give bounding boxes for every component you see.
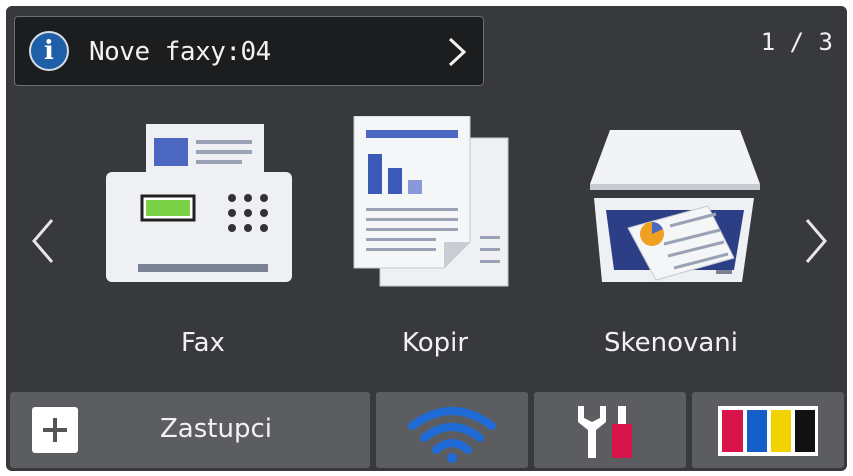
shortcuts-button[interactable]: Zastupci: [10, 392, 370, 468]
scanner-icon: [590, 130, 760, 282]
home-screen: i Nove faxy:04 1 / 3 Fax Kopir Skenovani…: [6, 6, 847, 471]
tile-label: Skenovani: [603, 328, 739, 358]
fax-machine-icon: [106, 124, 292, 282]
chevron-left-icon[interactable]: [28, 216, 58, 266]
tile-scan[interactable]: Skenovani: [566, 116, 776, 366]
ink-button[interactable]: [692, 392, 844, 468]
chevron-right-icon: [448, 37, 467, 67]
shortcuts-label: Zastupci: [160, 414, 272, 444]
wrench-screwdriver-icon: [578, 406, 632, 458]
wifi-button[interactable]: [376, 392, 528, 468]
info-icon: i: [29, 31, 69, 71]
settings-button[interactable]: [534, 392, 686, 468]
ink-cartridges-icon: [718, 406, 818, 456]
wifi-icon: [408, 407, 496, 463]
tile-copy[interactable]: Kopir: [330, 116, 540, 366]
page-indicator: 1 / 3: [760, 28, 833, 56]
plus-icon: [32, 407, 78, 453]
tile-label: Kopir: [401, 328, 469, 358]
tile-fax[interactable]: Fax: [98, 116, 308, 366]
notification-text: Nove faxy:04: [89, 37, 271, 67]
bottom-toolbar: Zastupci: [6, 388, 847, 471]
chevron-right-icon[interactable]: [801, 216, 831, 266]
tile-label: Fax: [181, 328, 225, 358]
copy-documents-icon: [353, 116, 509, 287]
notification-banner[interactable]: i Nove faxy:04: [14, 16, 484, 86]
